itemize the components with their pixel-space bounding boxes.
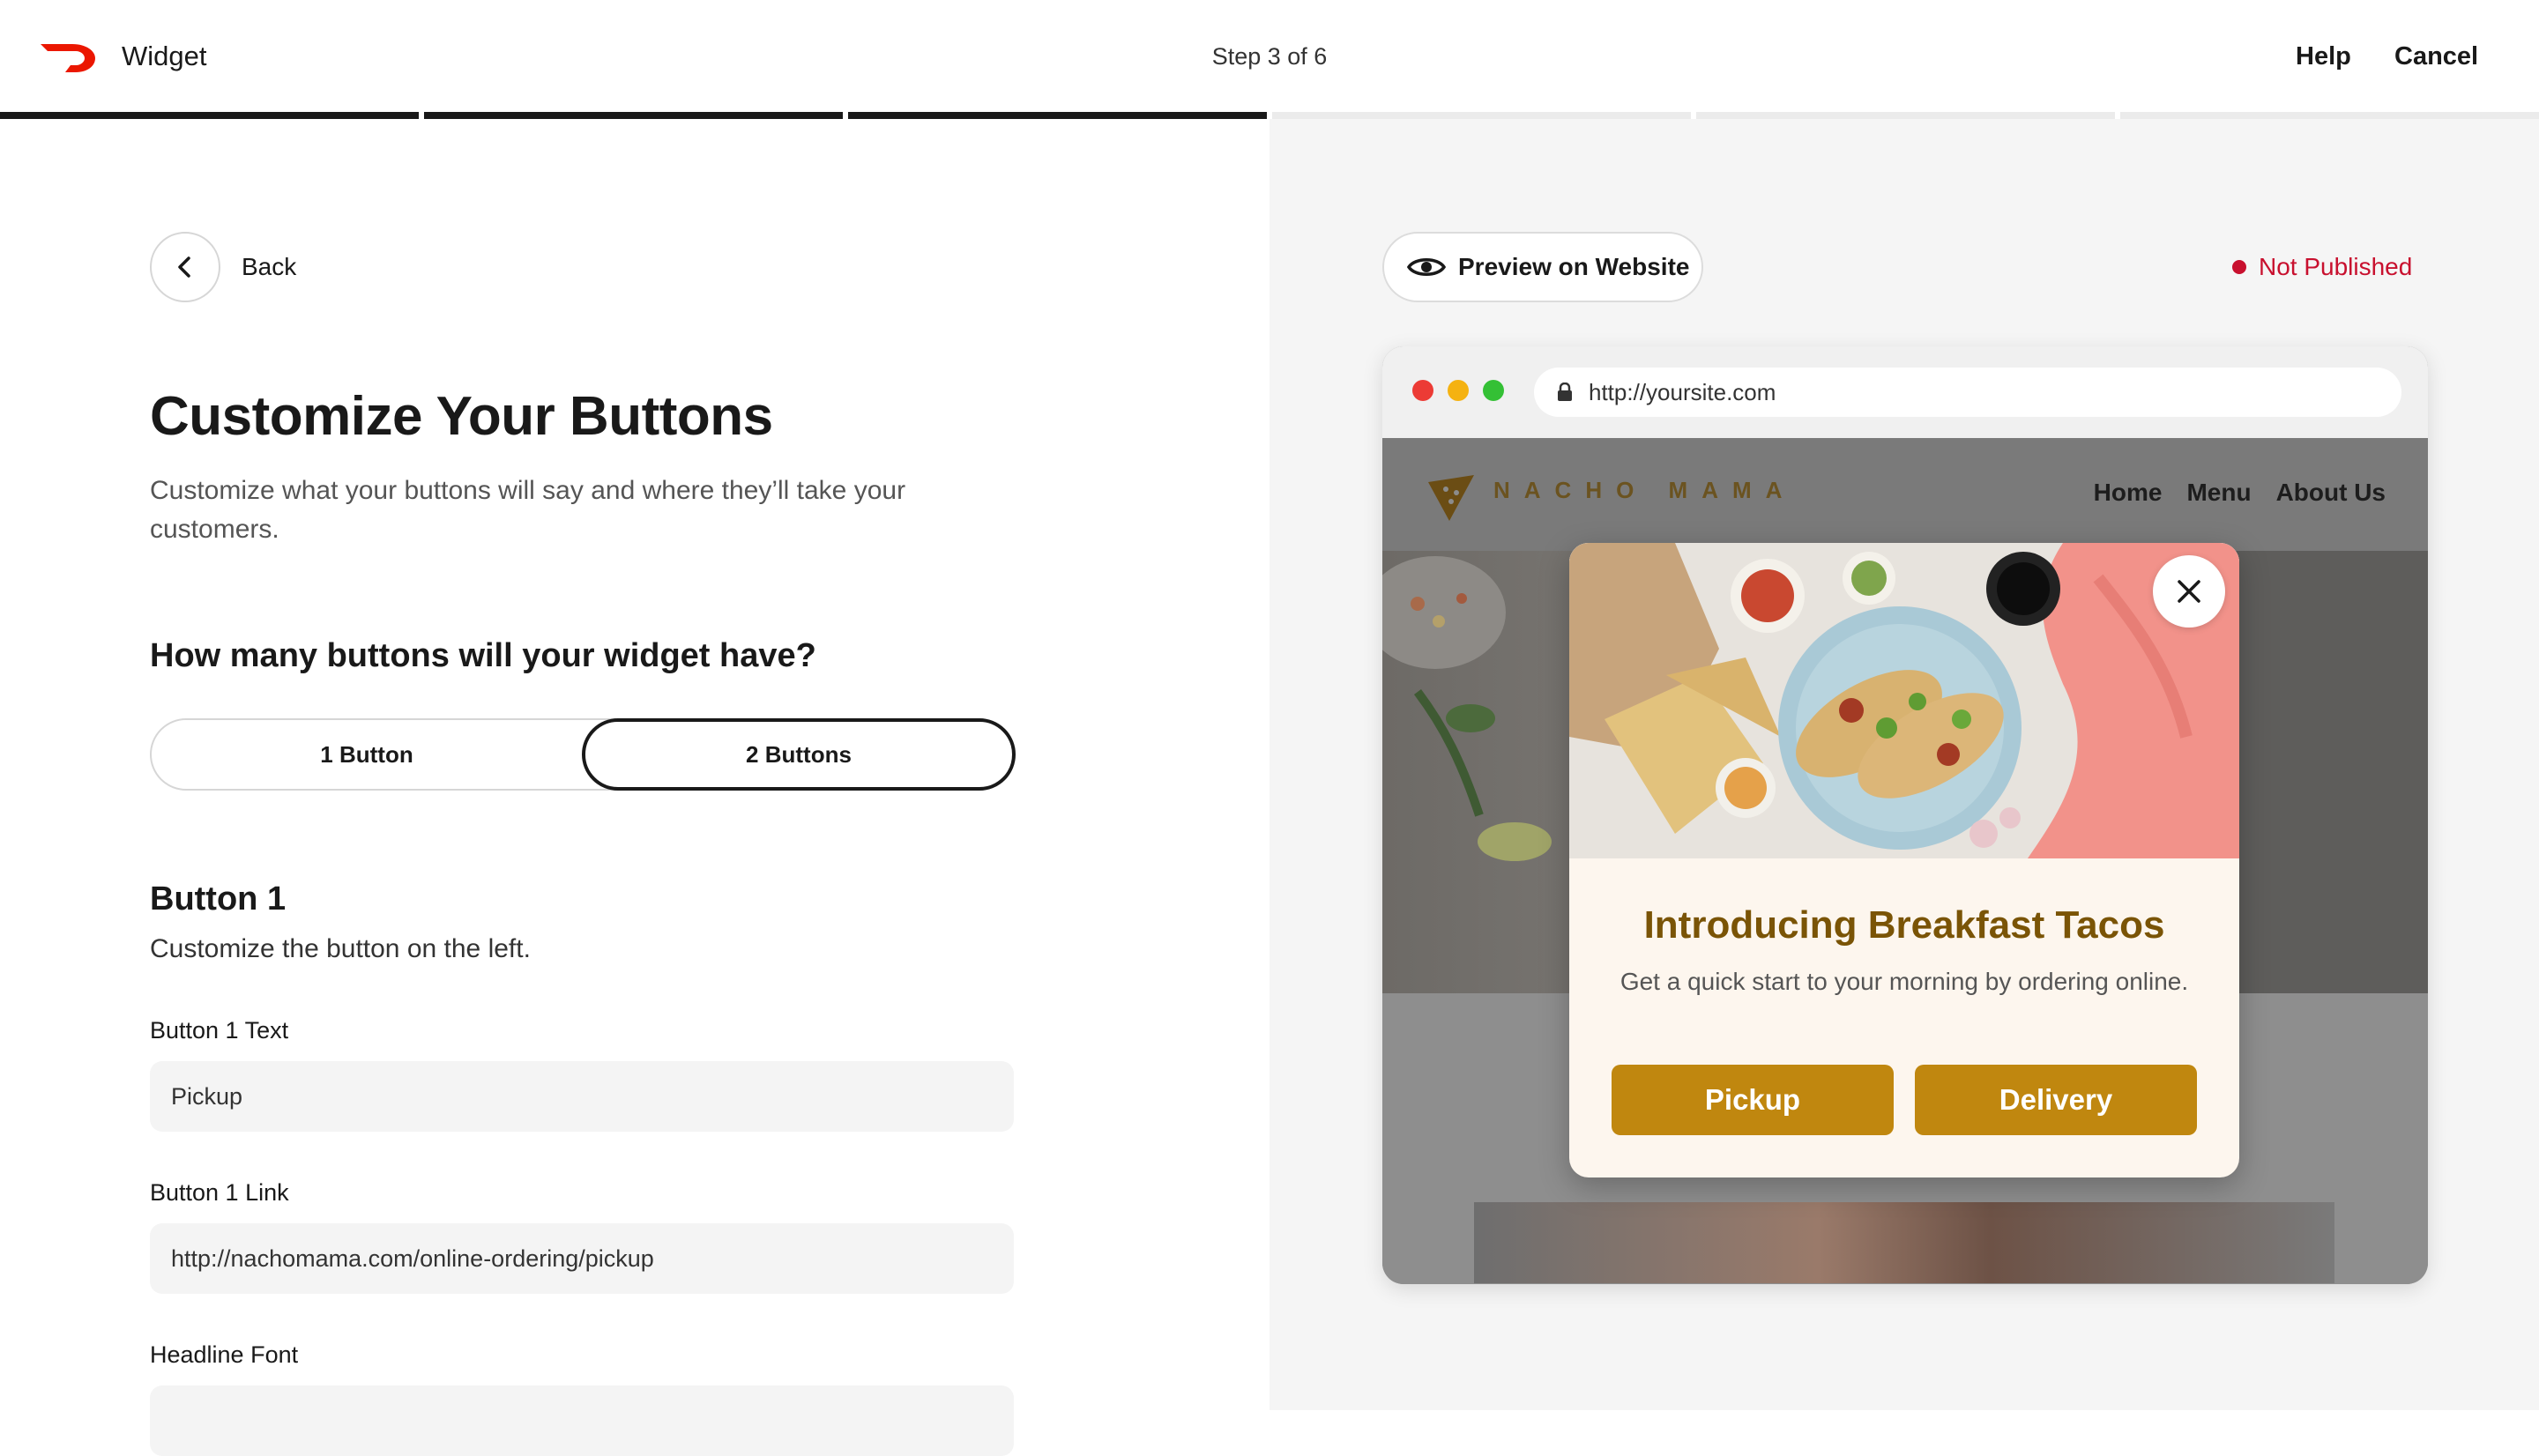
progress-segment	[2120, 112, 2539, 119]
page-subtitle: Customize what your buttons will say and…	[150, 476, 906, 544]
progress-segment	[848, 112, 1267, 119]
button-count-toggle: 1 Button 2 Buttons	[150, 718, 1016, 791]
progress-segment	[424, 112, 843, 119]
site-navbar: NACHO MAMA Home Menu About Us	[1382, 438, 2428, 551]
modal-close-button[interactable]	[2153, 555, 2225, 628]
nacho-logo-icon	[1428, 475, 1474, 521]
chevron-left-icon	[178, 256, 190, 278]
browser-toolbar: http://yoursite.com	[1382, 346, 2428, 438]
tacos-photo-art	[1569, 543, 2239, 858]
preview-on-website-button[interactable]: Preview on Website	[1382, 232, 1703, 302]
site-nav-home[interactable]: Home	[2094, 479, 2163, 507]
back-button[interactable]	[150, 232, 220, 302]
progress-segment	[1696, 112, 2115, 119]
eye-icon	[1407, 258, 1446, 276]
modal-body: Get a quick start to your morning by ord…	[1619, 968, 2189, 995]
section-title: Button 1	[150, 880, 287, 917]
site-lower-photo	[1474, 1202, 2334, 1283]
publish-status: Not Published	[2232, 249, 2412, 285]
progress-segment	[1272, 112, 1691, 119]
help-link[interactable]: Help	[2296, 39, 2351, 74]
top-bar: Widget Step 3 of 6 Help Cancel	[0, 0, 2539, 113]
close-icon	[2178, 580, 2200, 603]
site-nav-menu[interactable]: Menu	[2186, 479, 2251, 507]
settings-panel: Back Customize Your Buttons Customize wh…	[0, 119, 1270, 1456]
status-dot-icon	[2232, 260, 2246, 274]
site-logo-text: NACHO MAMA	[1493, 477, 1797, 503]
option-1-button[interactable]: 1 Button	[150, 718, 584, 791]
progress-segment	[0, 112, 419, 119]
minimize-window-dot	[1448, 380, 1469, 401]
modal-delivery-button[interactable]: Delivery	[1915, 1065, 2197, 1135]
widget-modal-preview: Introducing Breakfast Tacos Get a quick …	[1569, 543, 2239, 1177]
cancel-link[interactable]: Cancel	[2394, 39, 2478, 74]
address-bar: http://yoursite.com	[1534, 368, 2401, 417]
maximize-window-dot	[1483, 380, 1504, 401]
page-title: Customize Your Buttons	[150, 386, 773, 447]
url-text: http://yoursite.com	[1589, 378, 1776, 405]
button1-text-label: Button 1 Text	[150, 1017, 289, 1044]
option-2-buttons[interactable]: 2 Buttons	[582, 718, 1016, 791]
status-label: Not Published	[2259, 253, 2413, 280]
modal-headline: Introducing Breakfast Tacos	[1643, 903, 2165, 947]
site-nav-about[interactable]: About Us	[2276, 479, 2386, 507]
progress-bar	[0, 112, 2539, 119]
back-label[interactable]: Back	[242, 249, 296, 285]
headline-font-label: Headline Font	[150, 1341, 299, 1368]
tacos-photo	[1569, 543, 2239, 858]
button1-link-input[interactable]	[150, 1223, 1014, 1294]
button-count-question: How many buttons will your widget have?	[150, 637, 816, 674]
close-window-dot	[1412, 380, 1433, 401]
headline-font-select[interactable]	[150, 1385, 1014, 1456]
button1-link-label: Button 1 Link	[150, 1179, 289, 1206]
modal-pickup-button[interactable]: Pickup	[1612, 1065, 1894, 1135]
site-menu: Home Menu About Us	[2094, 479, 2386, 507]
preview-button-label: Preview on Website	[1458, 253, 1690, 280]
button1-text-input[interactable]	[150, 1061, 1014, 1132]
lock-icon	[1558, 383, 1572, 401]
section-subtitle: Customize the button on the left.	[150, 934, 531, 963]
step-indicator: Step 3 of 6	[1211, 43, 1328, 70]
